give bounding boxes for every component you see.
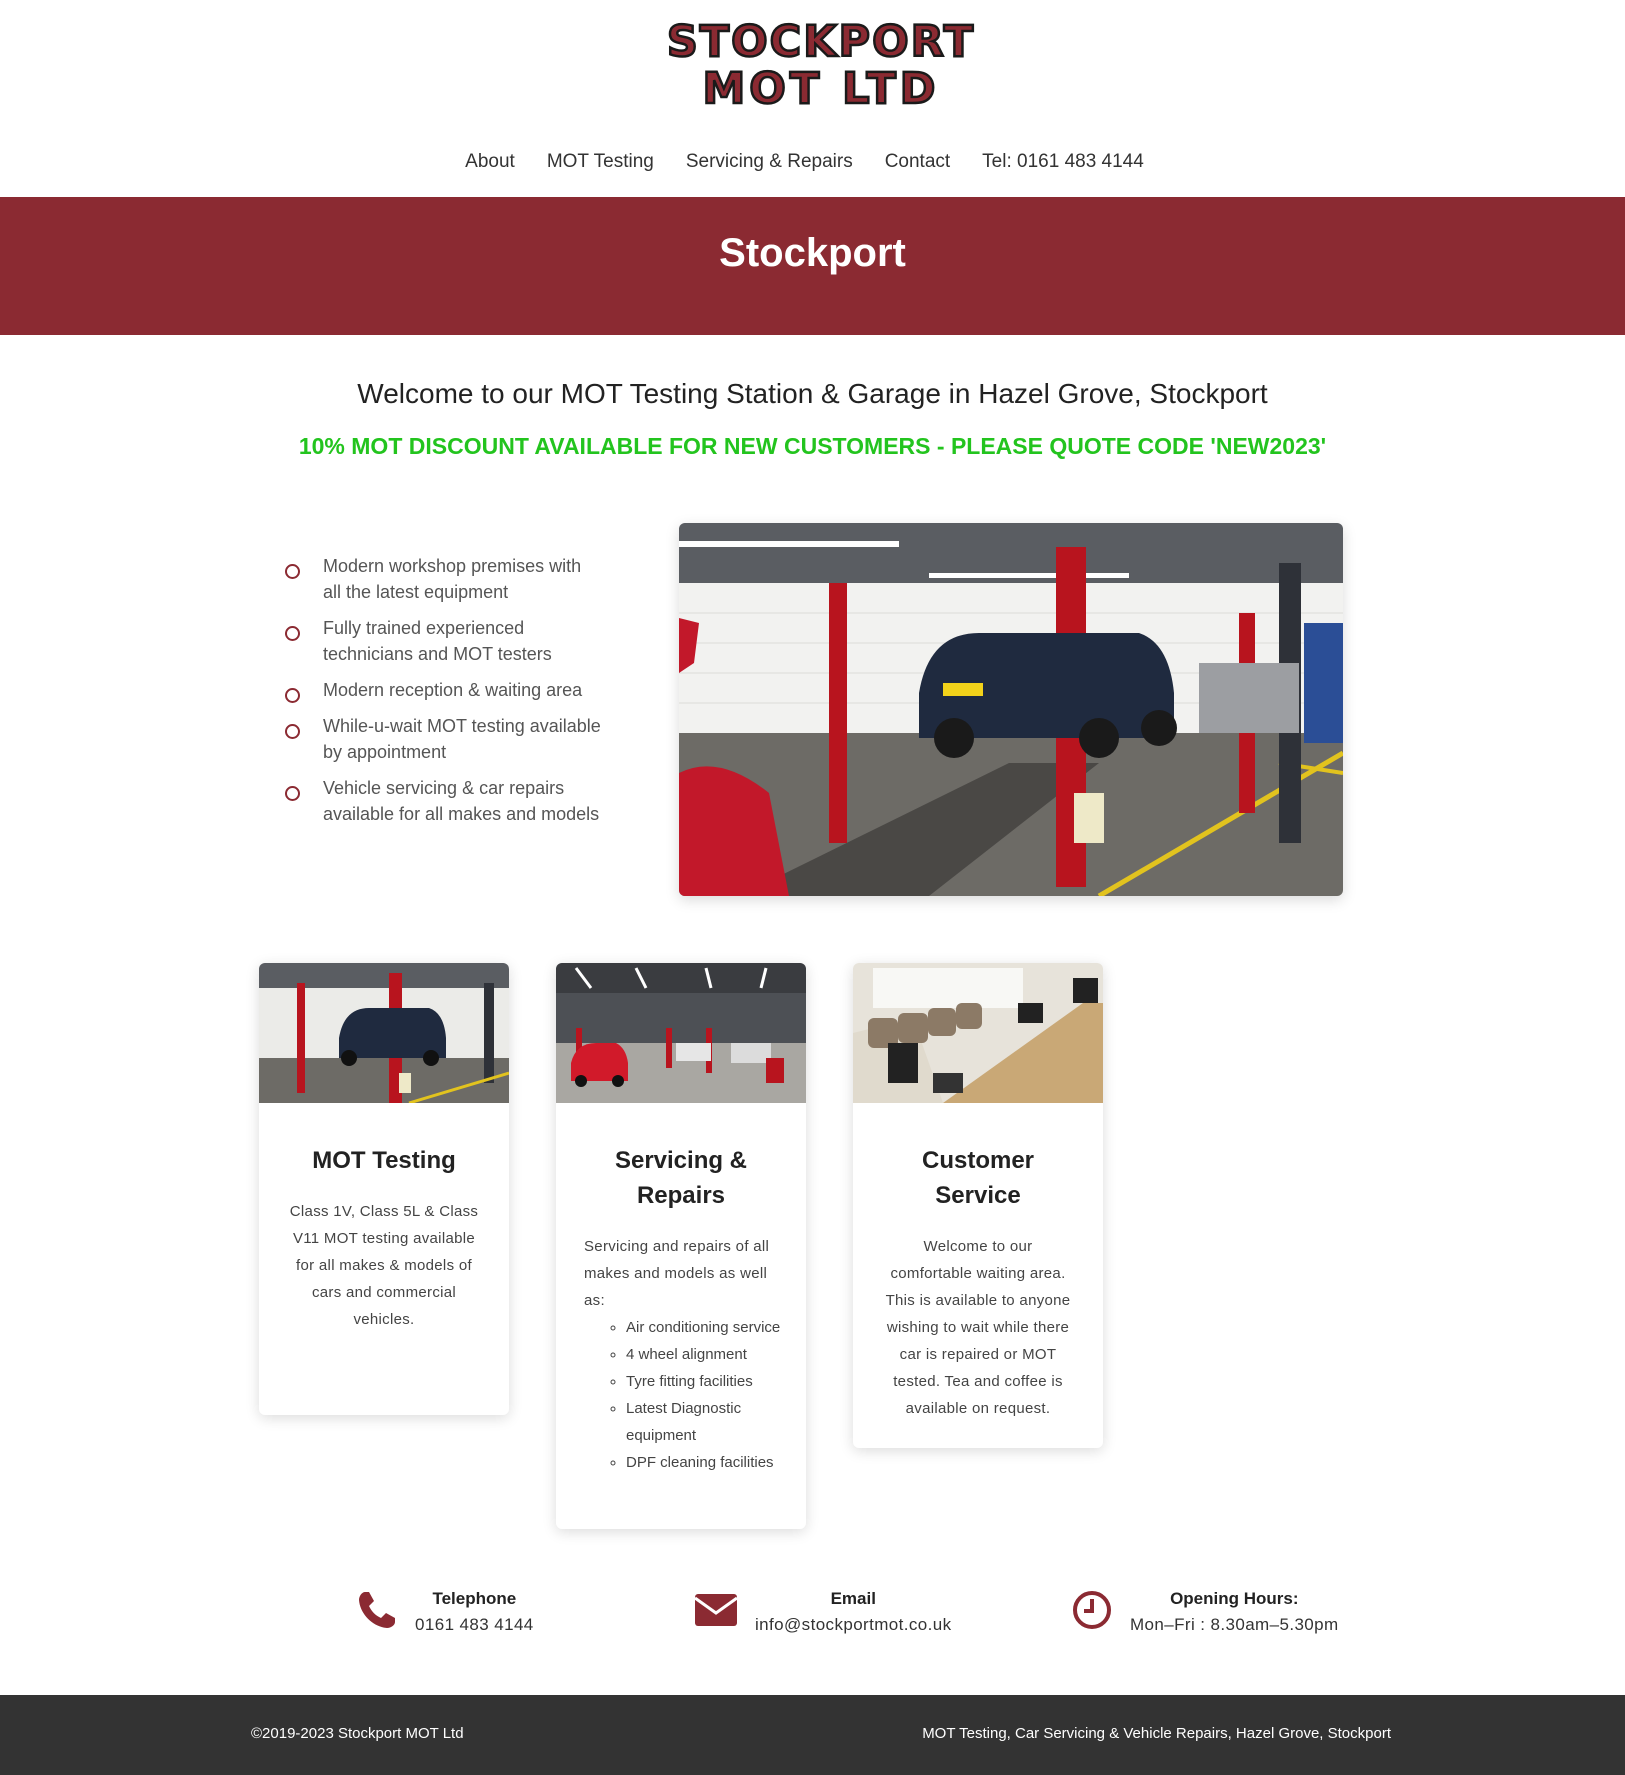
telephone-value[interactable]: 0161 483 4144: [415, 1612, 534, 1638]
card-image-mot: [259, 963, 509, 1103]
feature-item: Vehicle servicing & car repairs availabl…: [282, 775, 602, 827]
contact-telephone: Telephone 0161 483 4144: [355, 1586, 534, 1638]
email-value[interactable]: info@stockportmot.co.uk: [755, 1612, 952, 1638]
feature-item: Modern reception & waiting area: [282, 677, 602, 703]
circle-bullet-icon: [285, 786, 300, 801]
card-text: Servicing and repairs of all makes and m…: [584, 1238, 770, 1309]
card-text: Welcome to our comfortable waiting area.…: [885, 1238, 1071, 1417]
card-image-waiting-area: [853, 963, 1103, 1103]
feature-text: While-u-wait MOT testing available by ap…: [323, 716, 601, 762]
features-list: Modern workshop premises with all the la…: [282, 553, 602, 837]
card-mot-testing: MOT Testing Class 1V, Class 5L & Class V…: [259, 963, 509, 1415]
phone-icon: [359, 1592, 395, 1628]
feature-text: Fully trained experienced technicians an…: [323, 618, 552, 664]
clock-icon: [1073, 1591, 1111, 1629]
main-nav: About MOT Testing Servicing & Repairs Co…: [0, 150, 1625, 174]
list-item: 4 wheel alignment: [626, 1341, 786, 1368]
feature-text: Modern workshop premises with all the la…: [323, 556, 582, 602]
email-label: Email: [830, 1589, 876, 1608]
nav-mot-testing[interactable]: MOT Testing: [531, 150, 670, 174]
hours-label: Opening Hours:: [1170, 1589, 1299, 1608]
workshop-illustration: [679, 523, 1343, 896]
nav-servicing-repairs[interactable]: Servicing & Repairs: [670, 150, 869, 174]
circle-bullet-icon: [285, 688, 300, 703]
telephone-label: Telephone: [432, 1589, 517, 1608]
card-text: Class 1V, Class 5L & Class V11 MOT testi…: [289, 1203, 479, 1328]
list-item: Tyre fitting facilities: [626, 1368, 786, 1395]
site-logo[interactable]: STOCKPORT MOT LTD: [633, 16, 1009, 111]
card-title: MOT Testing: [312, 1147, 456, 1174]
nav-about[interactable]: About: [465, 150, 531, 174]
site-footer: ©2019-2023 Stockport MOT Ltd MOT Testing…: [0, 1695, 1625, 1775]
list-item: Air conditioning service: [626, 1314, 786, 1341]
contact-hours: Opening Hours: Mon–Fri : 8.30am–5.30pm: [1070, 1586, 1339, 1638]
circle-bullet-icon: [285, 724, 300, 739]
logo-graphic: STOCKPORT MOT LTD: [666, 16, 975, 111]
feature-text: Vehicle servicing & car repairs availabl…: [323, 778, 600, 824]
envelope-icon: [694, 1594, 738, 1626]
footer-tagline: MOT Testing, Car Servicing & Vehicle Rep…: [922, 1725, 1391, 1742]
card-servicing-repairs: Servicing & Repairs Servicing and repair…: [556, 963, 806, 1529]
workshop-photo: [679, 523, 1343, 896]
feature-item: Modern workshop premises with all the la…: [282, 553, 602, 605]
welcome-heading: Welcome to our MOT Testing Station & Gar…: [357, 378, 1268, 409]
logo-line2: MOT LTD: [703, 64, 940, 111]
banner-title: Stockport: [719, 231, 906, 275]
feature-text: Modern reception & waiting area: [323, 680, 583, 700]
footer-copyright: ©2019-2023 Stockport MOT Ltd: [251, 1725, 464, 1742]
feature-item: Fully trained experienced technicians an…: [282, 615, 602, 667]
card-title: Customer Service: [921, 1147, 1035, 1209]
list-item: Latest Diagnostic equipment: [626, 1395, 786, 1449]
hero-banner: Stockport: [0, 197, 1625, 335]
circle-bullet-icon: [285, 626, 300, 641]
logo-line1: STOCKPORT: [667, 17, 975, 67]
hours-value: Mon–Fri : 8.30am–5.30pm: [1130, 1615, 1339, 1634]
feature-item: While-u-wait MOT testing available by ap…: [282, 713, 602, 765]
list-item: DPF cleaning facilities: [626, 1449, 786, 1476]
nav-contact[interactable]: Contact: [869, 150, 966, 174]
nav-telephone[interactable]: Tel: 0161 483 4144: [966, 150, 1160, 174]
card-image-servicing: [556, 963, 806, 1103]
services-list: Air conditioning service 4 wheel alignme…: [556, 1314, 806, 1476]
card-customer-service: Customer Service Welcome to our comforta…: [853, 963, 1103, 1448]
site-header: STOCKPORT MOT LTD About MOT Testing Serv…: [0, 0, 1625, 197]
promo-banner: 10% MOT DISCOUNT AVAILABLE FOR NEW CUSTO…: [298, 433, 1327, 459]
contact-email: Email info@stockportmot.co.uk: [693, 1586, 952, 1638]
circle-bullet-icon: [285, 564, 300, 579]
card-title: Servicing & Repairs: [614, 1147, 748, 1209]
